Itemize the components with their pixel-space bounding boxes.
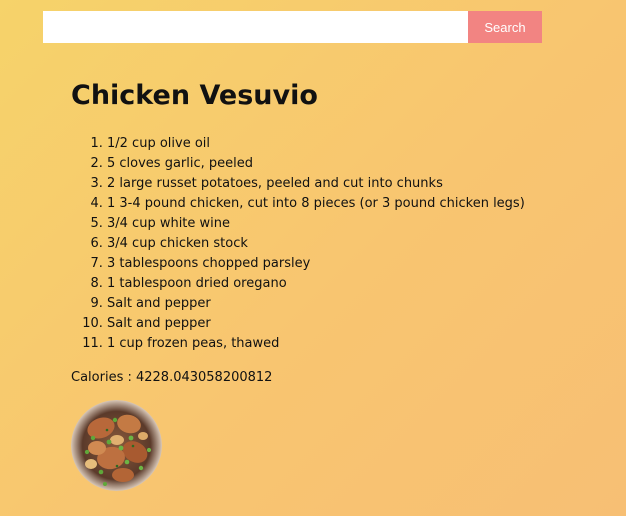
- ingredient-item: 1 tablespoon dried oregano: [107, 274, 525, 294]
- ingredient-item: 1/2 cup olive oil: [107, 134, 525, 154]
- search-bar: Search: [43, 11, 542, 43]
- ingredient-item: 1 3-4 pound chicken, cut into 8 pieces (…: [107, 194, 525, 214]
- ingredient-list: 1/2 cup olive oil 5 cloves garlic, peele…: [71, 134, 525, 354]
- ingredient-item: 3 tablespoons chopped parsley: [107, 254, 525, 274]
- ingredient-item: 5 cloves garlic, peeled: [107, 154, 525, 174]
- recipe-image: [71, 400, 162, 491]
- search-input[interactable]: [43, 11, 468, 43]
- ingredient-item: 1 cup frozen peas, thawed: [107, 334, 525, 354]
- search-button[interactable]: Search: [468, 11, 542, 43]
- ingredient-item: Salt and pepper: [107, 294, 525, 314]
- calories-text: Calories : 4228.043058200812: [71, 370, 273, 385]
- ingredient-item: 2 large russet potatoes, peeled and cut …: [107, 174, 525, 194]
- dish-photo-icon: [71, 400, 162, 491]
- ingredient-item: 3/4 cup chicken stock: [107, 234, 525, 254]
- ingredient-item: 3/4 cup white wine: [107, 214, 525, 234]
- ingredient-item: Salt and pepper: [107, 314, 525, 334]
- recipe-title: Chicken Vesuvio: [71, 80, 318, 111]
